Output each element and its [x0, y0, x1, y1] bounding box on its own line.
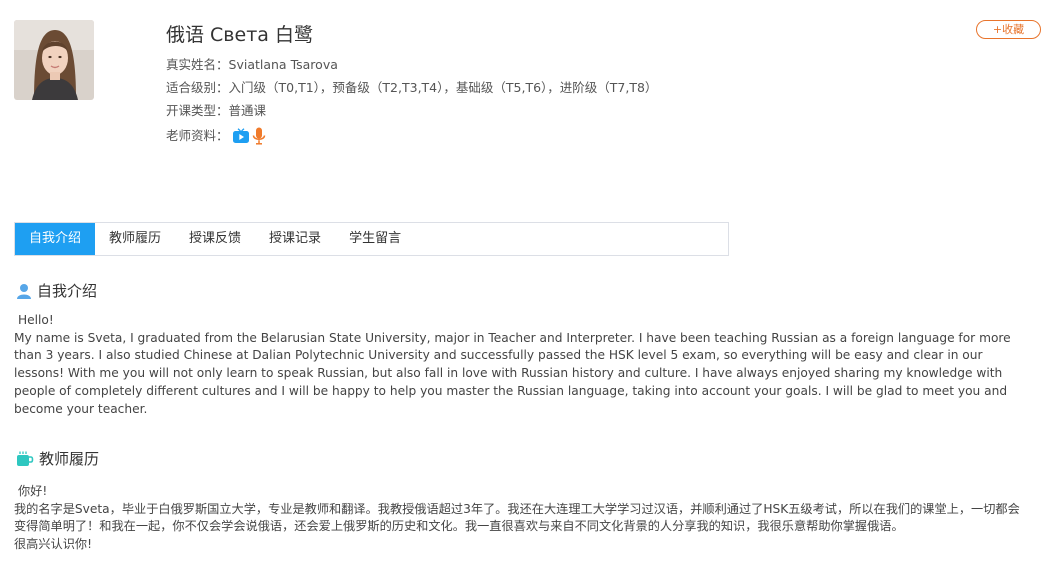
resume-title: 教师履历: [39, 450, 100, 468]
tab-resume[interactable]: 教师履历: [95, 223, 175, 255]
resume-closing: 很高兴认识你!: [14, 537, 93, 552]
resume-greeting: 你好!: [18, 484, 48, 498]
intro-greeting: Hello!: [18, 313, 54, 327]
tab-bar: 自我介绍 教师履历 授课反馈 授课记录 学生留言: [14, 222, 729, 256]
tab-self-intro[interactable]: 自我介绍: [15, 223, 96, 255]
tab-messages[interactable]: 学生留言: [335, 223, 415, 255]
intro-section-title: 自我介绍: [16, 280, 97, 301]
course-value: 普通课: [228, 103, 267, 118]
levels-row: 适合级别：入门级（T0,T1），预备级（T2,T3,T4），基础级（T5,T6）…: [166, 76, 657, 99]
intro-body: Hello! My name is Sveta, I graduated fro…: [14, 312, 1029, 418]
teacher-profile: 俄语 Света 白鹭 真实姓名：Sviatlana Tsarova 适合级别：…: [166, 22, 657, 147]
video-icon[interactable]: [232, 127, 250, 144]
course-label: 开课类型：: [166, 103, 229, 118]
avatar-photo: [14, 20, 94, 100]
user-icon: [16, 283, 32, 299]
cup-icon: [16, 451, 34, 467]
realname-label: 真实姓名：: [166, 57, 229, 72]
resume-body: 你好! 我的名字是Sveta，毕业于白俄罗斯国立大学，专业是教师和翻译。我教授俄…: [14, 483, 1029, 554]
levels-label: 适合级别：: [166, 80, 229, 95]
intro-title: 自我介绍: [37, 282, 98, 300]
course-row: 开课类型：普通课: [166, 99, 657, 122]
teacher-avatar: [14, 20, 94, 100]
levels-value: 入门级（T0,T1），预备级（T2,T3,T4），基础级（T5,T6），进阶级（…: [228, 80, 658, 95]
teacher-name: 俄语 Света 白鹭: [166, 24, 313, 46]
materials-row: 老师资料：: [166, 124, 657, 147]
materials-label: 老师资料：: [166, 128, 229, 143]
resume-text: 我的名字是Sveta，毕业于白俄罗斯国立大学，专业是教师和翻译。我教授俄语超过3…: [14, 501, 1020, 534]
realname-row: 真实姓名：Sviatlana Tsarova: [166, 53, 657, 76]
tab-records[interactable]: 授课记录: [255, 223, 335, 255]
tab-feedback[interactable]: 授课反馈: [175, 223, 255, 255]
favorite-button[interactable]: +收藏: [976, 20, 1041, 39]
resume-section-title: 教师履历: [16, 448, 99, 469]
intro-text: My name is Sveta, I graduated from the B…: [14, 330, 1011, 416]
materials-icons: [232, 127, 266, 145]
realname-value: Sviatlana Tsarova: [228, 57, 338, 72]
microphone-icon[interactable]: [252, 127, 266, 145]
